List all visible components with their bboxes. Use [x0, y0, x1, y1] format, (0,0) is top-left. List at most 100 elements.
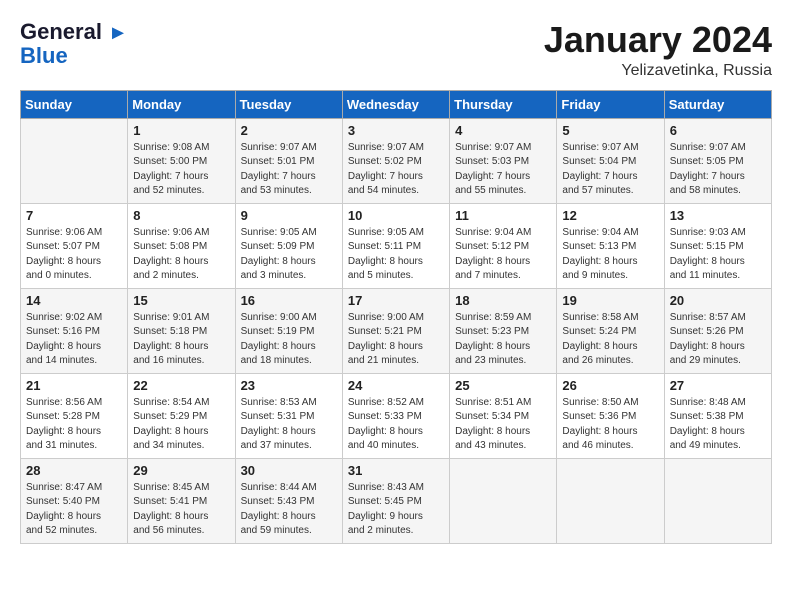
day-number: 13 — [670, 208, 766, 223]
day-info: Sunrise: 8:58 AM Sunset: 5:24 PM Dayligh… — [562, 311, 658, 369]
day-info: Sunrise: 9:07 AM Sunset: 5:04 PM Dayligh… — [562, 141, 658, 199]
calendar-cell: 1 Sunrise: 9:08 AM Sunset: 5:00 PM Daylig… — [128, 118, 235, 203]
day-number: 6 — [670, 123, 766, 138]
day-number: 24 — [348, 378, 444, 393]
calendar-cell: 24 Sunrise: 8:52 AM Sunset: 5:33 PM Dayli… — [342, 373, 449, 458]
day-info: Sunrise: 8:51 AM Sunset: 5:34 PM Dayligh… — [455, 396, 551, 454]
day-info: Sunrise: 9:07 AM Sunset: 5:01 PM Dayligh… — [241, 141, 337, 199]
col-header-sunday: Sunday — [21, 90, 128, 118]
day-number: 28 — [26, 463, 122, 478]
calendar-cell — [21, 118, 128, 203]
day-info: Sunrise: 8:47 AM Sunset: 5:40 PM Dayligh… — [26, 481, 122, 539]
calendar-week-2: 7 Sunrise: 9:06 AM Sunset: 5:07 PM Daylig… — [21, 203, 772, 288]
calendar-cell: 2 Sunrise: 9:07 AM Sunset: 5:01 PM Daylig… — [235, 118, 342, 203]
col-header-tuesday: Tuesday — [235, 90, 342, 118]
calendar-cell: 6 Sunrise: 9:07 AM Sunset: 5:05 PM Daylig… — [664, 118, 771, 203]
day-number: 30 — [241, 463, 337, 478]
day-info: Sunrise: 9:07 AM Sunset: 5:02 PM Dayligh… — [348, 141, 444, 199]
calendar-cell: 4Sunrise: 9:07 AM Sunset: 5:03 PM Daylig… — [450, 118, 557, 203]
day-number: 20 — [670, 293, 766, 308]
day-info: Sunrise: 9:07 AM Sunset: 5:03 PM Dayligh… — [455, 141, 551, 199]
day-info: Sunrise: 9:03 AM Sunset: 5:15 PM Dayligh… — [670, 226, 766, 284]
day-number: 11 — [455, 208, 551, 223]
calendar-cell — [664, 458, 771, 543]
calendar-cell: 28 Sunrise: 8:47 AM Sunset: 5:40 PM Dayli… — [21, 458, 128, 543]
day-info: Sunrise: 8:45 AM Sunset: 5:41 PM Dayligh… — [133, 481, 229, 539]
calendar-cell: 9Sunrise: 9:05 AM Sunset: 5:09 PM Daylig… — [235, 203, 342, 288]
calendar-cell: 12 Sunrise: 9:04 AM Sunset: 5:13 PM Dayli… — [557, 203, 664, 288]
calendar-cell: 17 Sunrise: 9:00 AM Sunset: 5:21 PM Dayli… — [342, 288, 449, 373]
day-info: Sunrise: 9:06 AM Sunset: 5:08 PM Dayligh… — [133, 226, 229, 284]
day-number: 25 — [455, 378, 551, 393]
calendar-cell: 8 Sunrise: 9:06 AM Sunset: 5:08 PM Daylig… — [128, 203, 235, 288]
calendar-header-row: SundayMondayTuesdayWednesdayThursdayFrid… — [21, 90, 772, 118]
col-header-thursday: Thursday — [450, 90, 557, 118]
day-number: 10 — [348, 208, 444, 223]
calendar-cell — [557, 458, 664, 543]
day-info: Sunrise: 8:57 AM Sunset: 5:26 PM Dayligh… — [670, 311, 766, 369]
day-info: Sunrise: 8:59 AM Sunset: 5:23 PM Dayligh… — [455, 311, 551, 369]
calendar-cell — [450, 458, 557, 543]
day-number: 15 — [133, 293, 229, 308]
calendar-cell: 29 Sunrise: 8:45 AM Sunset: 5:41 PM Dayli… — [128, 458, 235, 543]
day-info: Sunrise: 9:07 AM Sunset: 5:05 PM Dayligh… — [670, 141, 766, 199]
day-number: 8 — [133, 208, 229, 223]
calendar-cell: 18 Sunrise: 8:59 AM Sunset: 5:23 PM Dayli… — [450, 288, 557, 373]
day-info: Sunrise: 8:52 AM Sunset: 5:33 PM Dayligh… — [348, 396, 444, 454]
day-number: 18 — [455, 293, 551, 308]
day-info: Sunrise: 9:00 AM Sunset: 5:19 PM Dayligh… — [241, 311, 337, 369]
day-info: Sunrise: 9:06 AM Sunset: 5:07 PM Dayligh… — [26, 226, 122, 284]
col-header-saturday: Saturday — [664, 90, 771, 118]
day-number: 17 — [348, 293, 444, 308]
calendar-week-4: 21Sunrise: 8:56 AM Sunset: 5:28 PM Dayli… — [21, 373, 772, 458]
day-number: 7 — [26, 208, 122, 223]
calendar-cell: 16 Sunrise: 9:00 AM Sunset: 5:19 PM Dayli… — [235, 288, 342, 373]
day-number: 14 — [26, 293, 122, 308]
day-info: Sunrise: 9:08 AM Sunset: 5:00 PM Dayligh… — [133, 141, 229, 199]
day-info: Sunrise: 9:04 AM Sunset: 5:12 PM Dayligh… — [455, 226, 551, 284]
day-number: 19 — [562, 293, 658, 308]
calendar-cell: 22Sunrise: 8:54 AM Sunset: 5:29 PM Dayli… — [128, 373, 235, 458]
calendar-cell: 11 Sunrise: 9:04 AM Sunset: 5:12 PM Dayli… — [450, 203, 557, 288]
col-header-wednesday: Wednesday — [342, 90, 449, 118]
day-info: Sunrise: 8:44 AM Sunset: 5:43 PM Dayligh… — [241, 481, 337, 539]
day-number: 1 — [133, 123, 229, 138]
day-number: 21 — [26, 378, 122, 393]
calendar-body: 1 Sunrise: 9:08 AM Sunset: 5:00 PM Daylig… — [21, 118, 772, 543]
day-info: Sunrise: 9:00 AM Sunset: 5:21 PM Dayligh… — [348, 311, 444, 369]
calendar-cell: 7 Sunrise: 9:06 AM Sunset: 5:07 PM Daylig… — [21, 203, 128, 288]
page-header: General ► Blue January 2024 Yelizavetink… — [20, 20, 772, 80]
day-number: 9 — [241, 208, 337, 223]
calendar-cell: 19 Sunrise: 8:58 AM Sunset: 5:24 PM Dayli… — [557, 288, 664, 373]
day-number: 12 — [562, 208, 658, 223]
day-number: 16 — [241, 293, 337, 308]
col-header-friday: Friday — [557, 90, 664, 118]
calendar-title-block: January 2024 Yelizavetinka, Russia — [544, 20, 772, 80]
calendar-week-3: 14Sunrise: 9:02 AM Sunset: 5:16 PM Dayli… — [21, 288, 772, 373]
calendar-cell: 25 Sunrise: 8:51 AM Sunset: 5:34 PM Dayli… — [450, 373, 557, 458]
day-number: 27 — [670, 378, 766, 393]
calendar-table: SundayMondayTuesdayWednesdayThursdayFrid… — [20, 90, 772, 544]
logo-line2: Blue — [20, 44, 68, 68]
calendar-cell: 5 Sunrise: 9:07 AM Sunset: 5:04 PM Daylig… — [557, 118, 664, 203]
day-number: 31 — [348, 463, 444, 478]
calendar-cell: 31 Sunrise: 8:43 AM Sunset: 5:45 PM Dayli… — [342, 458, 449, 543]
day-number: 5 — [562, 123, 658, 138]
day-number: 29 — [133, 463, 229, 478]
calendar-cell: 15 Sunrise: 9:01 AM Sunset: 5:18 PM Dayli… — [128, 288, 235, 373]
day-info: Sunrise: 8:43 AM Sunset: 5:45 PM Dayligh… — [348, 481, 444, 539]
calendar-cell: 21Sunrise: 8:56 AM Sunset: 5:28 PM Dayli… — [21, 373, 128, 458]
calendar-week-5: 28 Sunrise: 8:47 AM Sunset: 5:40 PM Dayli… — [21, 458, 772, 543]
calendar-cell: 10Sunrise: 9:05 AM Sunset: 5:11 PM Dayli… — [342, 203, 449, 288]
day-info: Sunrise: 9:04 AM Sunset: 5:13 PM Dayligh… — [562, 226, 658, 284]
calendar-cell: 26Sunrise: 8:50 AM Sunset: 5:36 PM Dayli… — [557, 373, 664, 458]
day-info: Sunrise: 8:53 AM Sunset: 5:31 PM Dayligh… — [241, 396, 337, 454]
day-number: 2 — [241, 123, 337, 138]
day-number: 26 — [562, 378, 658, 393]
logo-line1: General — [20, 19, 102, 44]
day-info: Sunrise: 9:01 AM Sunset: 5:18 PM Dayligh… — [133, 311, 229, 369]
calendar-subtitle: Yelizavetinka, Russia — [544, 62, 772, 80]
day-info: Sunrise: 8:54 AM Sunset: 5:29 PM Dayligh… — [133, 396, 229, 454]
day-number: 3 — [348, 123, 444, 138]
calendar-title: January 2024 — [544, 20, 772, 60]
